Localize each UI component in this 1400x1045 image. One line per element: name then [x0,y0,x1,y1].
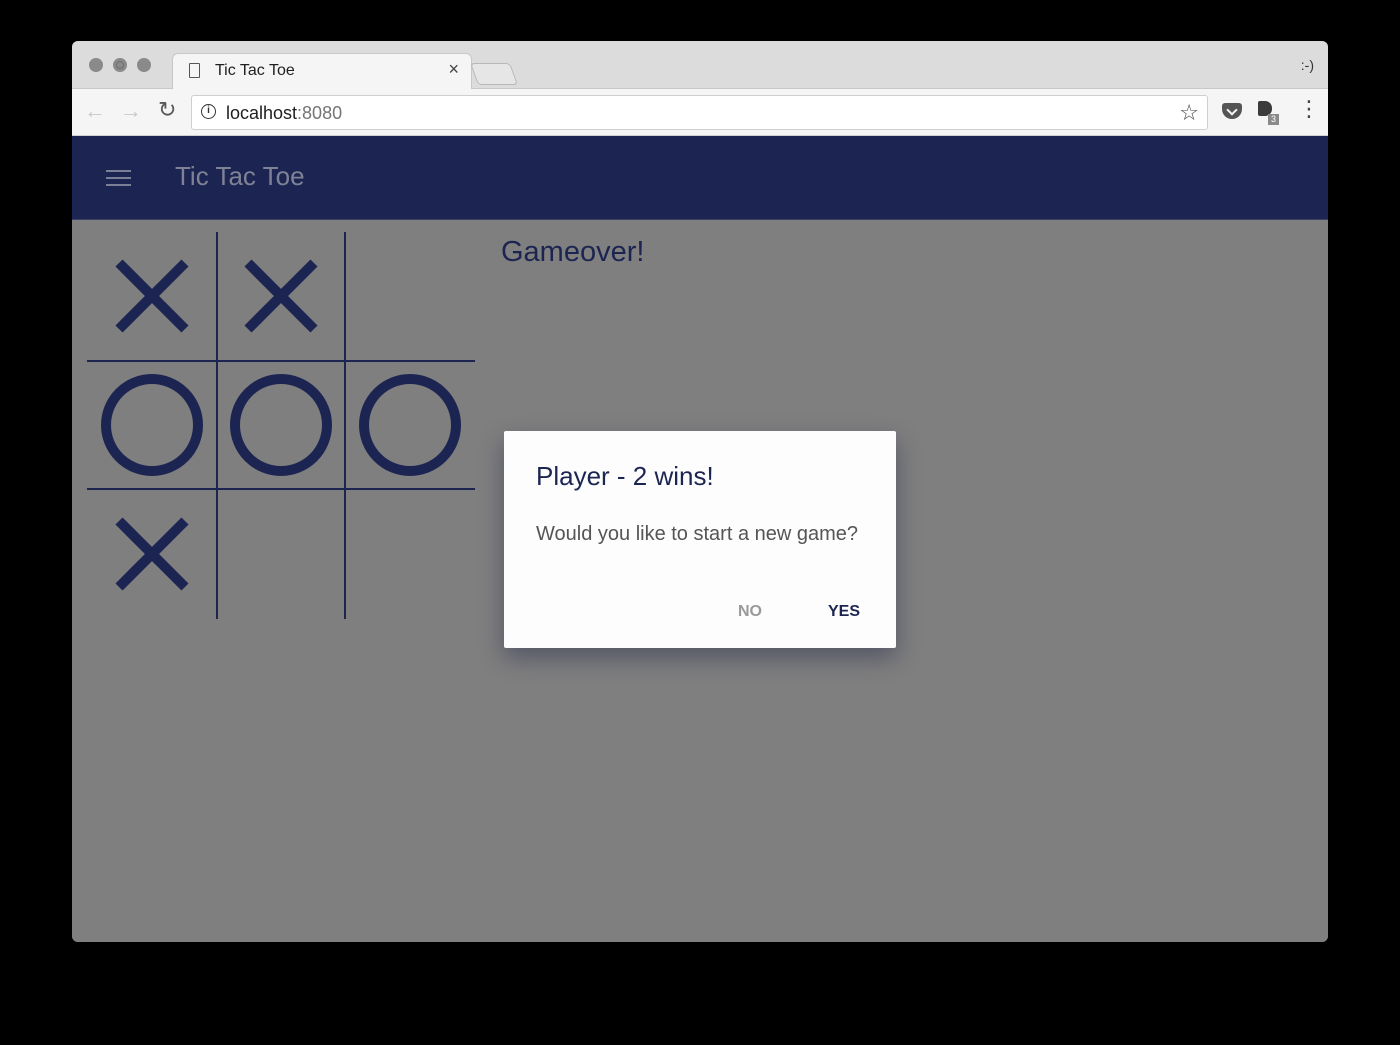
board-cell[interactable] [219,492,343,616]
address-bar[interactable]: i localhost:8080 ☆ [191,95,1208,130]
new-tab-button[interactable] [469,63,519,85]
game-board [87,232,475,619]
board-cell[interactable] [348,234,472,358]
dialog-title: Player - 2 wins! [536,461,714,491]
browser-tab[interactable]: Tic Tac Toe × [172,53,472,90]
url-port: :8080 [297,103,343,123]
browser-window: Tic Tac Toe × :-) ← → ↻ i localhost:8080… [72,41,1328,942]
dialog-message: Would you like to start a new game? [536,523,859,545]
forward-arrow-icon[interactable]: → [120,98,142,124]
board-cell[interactable] [348,492,472,616]
url-text[interactable]: localhost:8080 [226,103,342,124]
game-over-dialog: Player - 2 wins! Would you like to start… [504,431,896,648]
menu-icon[interactable] [106,170,131,187]
url-host: localhost [226,103,298,123]
tab-strip: Tic Tac Toe × :-) [72,41,1328,90]
no-button[interactable]: NO [738,603,762,621]
game-status: Gameover! [501,236,645,268]
window-maximize-button[interactable] [137,58,151,72]
app-title: Tic Tac Toe [175,161,305,191]
window-close-button[interactable] [89,58,103,72]
back-arrow-icon[interactable]: ← [84,98,106,124]
profile-label[interactable]: :-) [1301,57,1314,73]
tab-title: Tic Tac Toe [215,62,295,79]
window-minimize-button[interactable] [113,58,127,72]
close-icon[interactable]: × [448,59,459,80]
info-icon[interactable]: i [201,104,216,119]
app-bar: Tic Tac Toe [72,136,1328,220]
reload-icon[interactable]: ↻ [158,97,176,123]
page-icon [189,63,200,78]
extension-badge: 3 [1268,114,1279,125]
browser-toolbar: ← → ↻ i localhost:8080 ☆ 3 ⋮ [72,89,1328,136]
more-vert-icon[interactable]: ⋮ [1298,98,1320,120]
star-icon[interactable]: ☆ [1179,100,1199,126]
page-viewport: Tic Tac Toe Gameover! Player - 2 wins! W… [72,136,1328,942]
pocket-icon[interactable] [1222,103,1242,119]
yes-button[interactable]: YES [828,603,860,621]
